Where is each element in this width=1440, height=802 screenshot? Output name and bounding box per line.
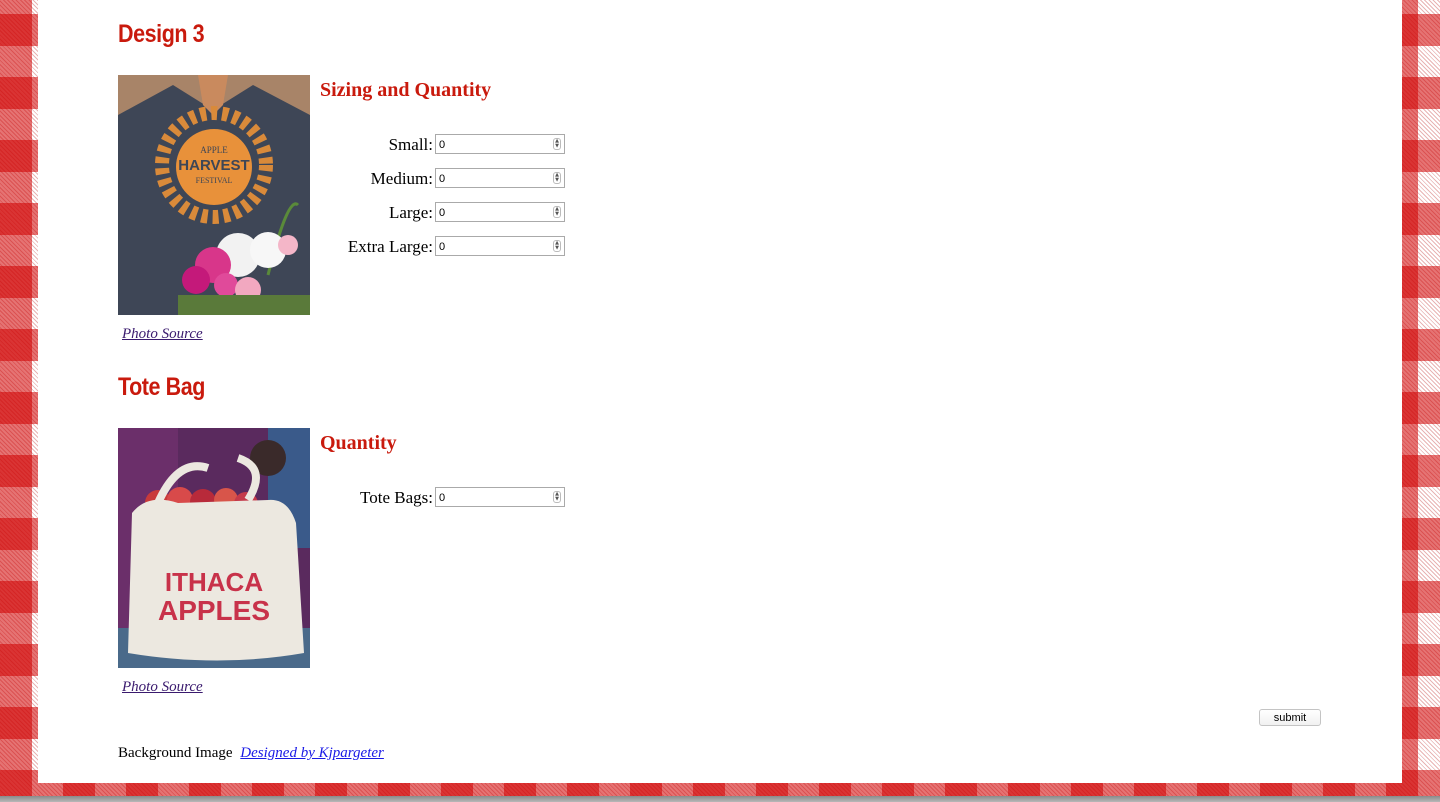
background-image-text: Background Image xyxy=(118,745,233,761)
section-title-tote-bag: Tote Bag xyxy=(118,373,205,401)
tote-bags-row: Tote Bags: ▲▼ xyxy=(320,487,570,509)
extra-large-quantity-field[interactable] xyxy=(436,239,549,255)
window-bottom-strip xyxy=(0,796,1440,802)
number-spinner-icon[interactable]: ▲ ▼ xyxy=(553,172,561,184)
large-label: Large: xyxy=(388,203,433,222)
medium-quantity-input[interactable]: ▲▼ xyxy=(435,168,565,188)
extra-large-label: Extra Large: xyxy=(347,237,433,256)
sizing-quantity-heading: Sizing and Quantity xyxy=(320,79,492,101)
small-quantity-input[interactable]: ▲▼ xyxy=(435,134,565,154)
quantity-heading: Quantity xyxy=(320,432,397,454)
small-quantity-field[interactable] xyxy=(436,137,549,153)
large-quantity-input[interactable]: ▲▼ xyxy=(435,202,565,222)
tote-bags-quantity-input[interactable]: ▲▼ xyxy=(435,487,565,507)
size-row-large: Large: ▲▼ xyxy=(320,202,570,224)
number-spinner-icon[interactable]: ▲ ▼ xyxy=(553,491,561,503)
large-quantity-field[interactable] xyxy=(436,205,549,221)
extra-large-quantity-input[interactable]: ▲▼ xyxy=(435,236,565,256)
tote-bag-photo: ITHACA APPLES xyxy=(118,428,310,668)
designer-credit-link[interactable]: Designed by Kjpargeter xyxy=(240,745,384,761)
size-row-extra-large: Extra Large: ▲▼ xyxy=(320,236,570,258)
tshirt-text-harvest: HARVEST xyxy=(178,157,249,174)
tshirt-text-festival: FESTIVAL xyxy=(196,176,233,185)
tshirt-text-apple: APPLE xyxy=(200,145,228,155)
tote-bags-quantity-field[interactable] xyxy=(436,490,549,506)
number-spinner-icon[interactable]: ▲ ▼ xyxy=(553,138,561,150)
tote-text-apples: APPLES xyxy=(158,595,270,626)
submit-button[interactable]: submit xyxy=(1259,709,1321,726)
photo-source-link-design-3[interactable]: Photo Source xyxy=(122,326,203,343)
tshirt-photo: APPLE HARVEST FESTIVAL xyxy=(118,75,310,315)
photo-source-link-tote-bag[interactable]: Photo Source xyxy=(122,679,203,696)
section-title-design-3: Design 3 xyxy=(118,20,205,48)
size-row-small: Small: ▲▼ xyxy=(320,134,570,156)
number-spinner-icon[interactable]: ▲ ▼ xyxy=(553,206,561,218)
medium-quantity-field[interactable] xyxy=(436,171,549,187)
medium-label: Medium: xyxy=(370,169,433,188)
size-row-medium: Medium: ▲▼ xyxy=(320,168,570,190)
number-spinner-icon[interactable]: ▲ ▼ xyxy=(553,240,561,252)
background-credit: Background Image Designed by Kjpargeter xyxy=(118,745,384,762)
tote-text-ithaca: ITHACA xyxy=(165,567,263,597)
page-content: Design 3 APPLE HARVEST FESTIVAL Photo So… xyxy=(38,0,1402,783)
tote-bags-label: Tote Bags: xyxy=(360,488,433,507)
small-label: Small: xyxy=(388,135,433,154)
